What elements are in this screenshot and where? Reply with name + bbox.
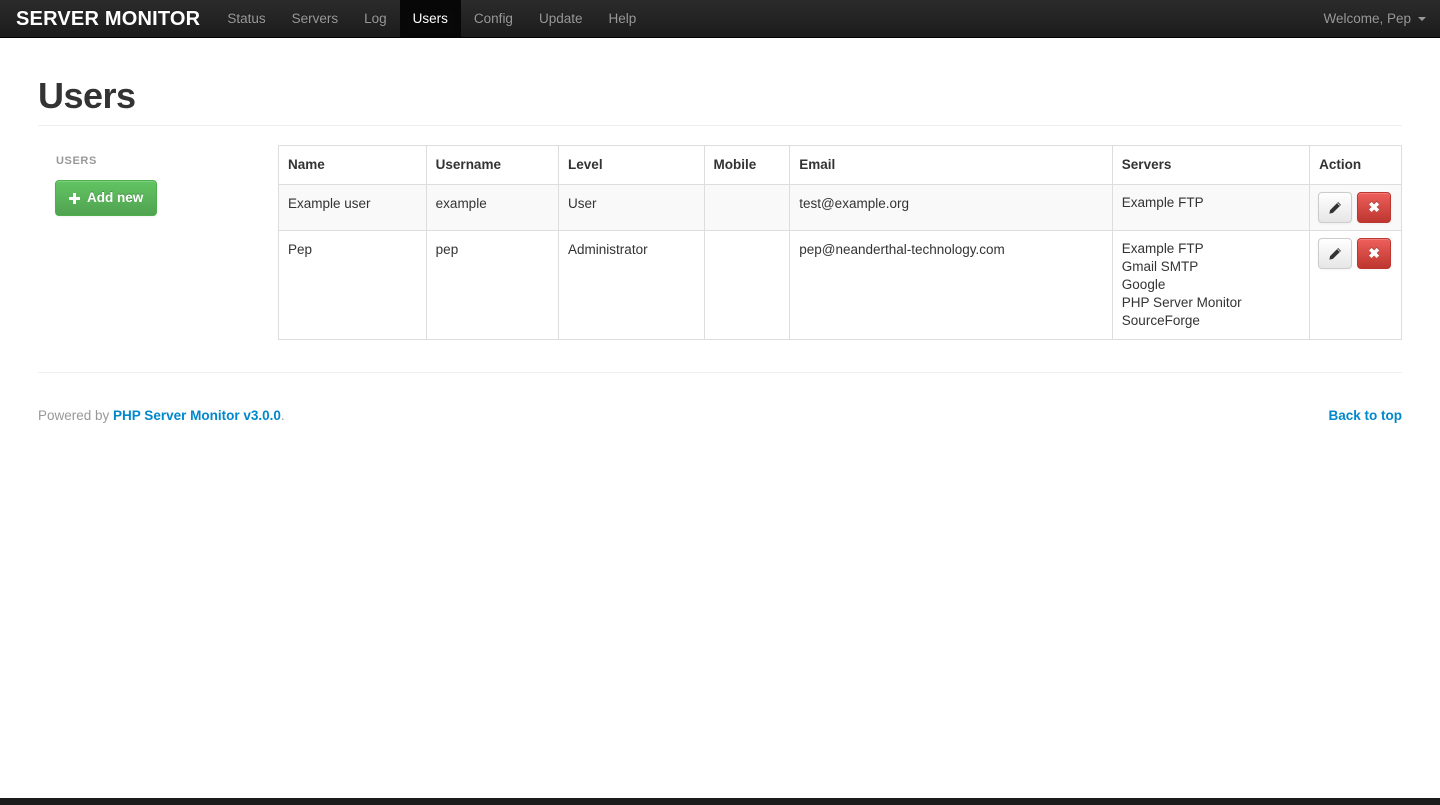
nav-item: Status [214,0,278,37]
nav-item: Servers [279,0,352,37]
action-button-group: ✖ [1318,192,1393,223]
user-menu-dropdown[interactable]: Welcome, Pep [1323,9,1426,29]
times-icon: ✖ [1368,245,1380,262]
pencil-icon [1328,201,1342,215]
pencil-icon [1328,247,1342,261]
powered-by-text: Powered by PHP Server Monitor v3.0.0. [38,406,285,426]
edit-user-button[interactable] [1318,238,1352,269]
top-navbar: SERVER MONITOR Status Servers Log Users … [0,0,1440,38]
brand-logo[interactable]: SERVER MONITOR [0,0,214,37]
cell-mobile [704,231,790,340]
table-row: Example user example User test@example.o… [279,185,1402,231]
table-header-row: Name Username Level Mobile Email Servers… [279,146,1402,185]
cell-username: example [426,185,558,231]
content-row: USERS Add new Name Username Level Mobile… [38,145,1402,340]
column-header-username: Username [426,146,558,185]
powered-by-prefix: Powered by [38,408,113,423]
column-header-servers: Servers [1112,146,1309,185]
nav-item: Users [400,0,461,37]
cell-level: User [559,185,704,231]
nav-item: Update [526,0,596,37]
nav-link-config[interactable]: Config [461,0,526,37]
nav-link-log[interactable]: Log [351,0,400,37]
main-content: Name Username Level Mobile Email Servers… [278,145,1402,340]
cell-servers: Example FTP [1112,185,1309,231]
cell-mobile [704,185,790,231]
cell-email: test@example.org [790,185,1113,231]
table-row: Pep pep Administrator pep@neanderthal-te… [279,231,1402,340]
delete-user-button[interactable]: ✖ [1357,192,1391,223]
psm-link[interactable]: PHP Server Monitor v3.0.0 [113,408,281,423]
column-header-email: Email [790,146,1113,185]
nav-item: Config [461,0,526,37]
delete-user-button[interactable]: ✖ [1357,238,1391,269]
user-menu-label: Welcome, Pep [1323,9,1411,29]
cell-action: ✖ [1310,231,1402,340]
cell-username: pep [426,231,558,340]
navbar-right: Welcome, Pep [1323,0,1440,37]
chevron-down-icon [1418,17,1426,21]
cell-level: Administrator [559,231,704,340]
column-header-name: Name [279,146,427,185]
column-header-action: Action [1310,146,1402,185]
column-header-level: Level [559,146,704,185]
nav-link-help[interactable]: Help [596,0,650,37]
sidebar-section-label: USERS [56,151,263,171]
add-new-button[interactable]: Add new [55,180,157,216]
cell-action: ✖ [1310,185,1402,231]
powered-by-suffix: . [281,408,285,423]
nav-link-status[interactable]: Status [214,0,278,37]
back-to-top-link[interactable]: Back to top [1328,406,1402,426]
nav-link-update[interactable]: Update [526,0,596,37]
page-footer: Powered by PHP Server Monitor v3.0.0. Ba… [38,372,1402,439]
times-icon: ✖ [1368,199,1380,216]
add-new-label: Add new [87,188,143,208]
cell-email: pep@neanderthal-technology.com [790,231,1113,340]
sidebar: USERS Add new [38,145,278,340]
cell-name: Example user [279,185,427,231]
plus-icon [69,193,80,204]
nav-item: Help [596,0,650,37]
main-nav: Status Servers Log Users Config Update H… [214,0,649,37]
column-header-mobile: Mobile [704,146,790,185]
nav-item: Log [351,0,400,37]
page-header: Users [38,76,1402,126]
action-button-group: ✖ [1318,238,1393,269]
users-table: Name Username Level Mobile Email Servers… [278,145,1402,340]
nav-link-servers[interactable]: Servers [279,0,352,37]
page-title: Users [38,76,1402,116]
table-body: Example user example User test@example.o… [279,185,1402,340]
table-head: Name Username Level Mobile Email Servers… [279,146,1402,185]
nav-link-users[interactable]: Users [400,0,461,37]
bottom-strip [0,798,1440,805]
edit-user-button[interactable] [1318,192,1352,223]
cell-servers: Example FTP Gmail SMTP Google PHP Server… [1112,231,1309,340]
page-container: Users USERS Add new Name Username Level … [19,76,1421,439]
cell-name: Pep [279,231,427,340]
